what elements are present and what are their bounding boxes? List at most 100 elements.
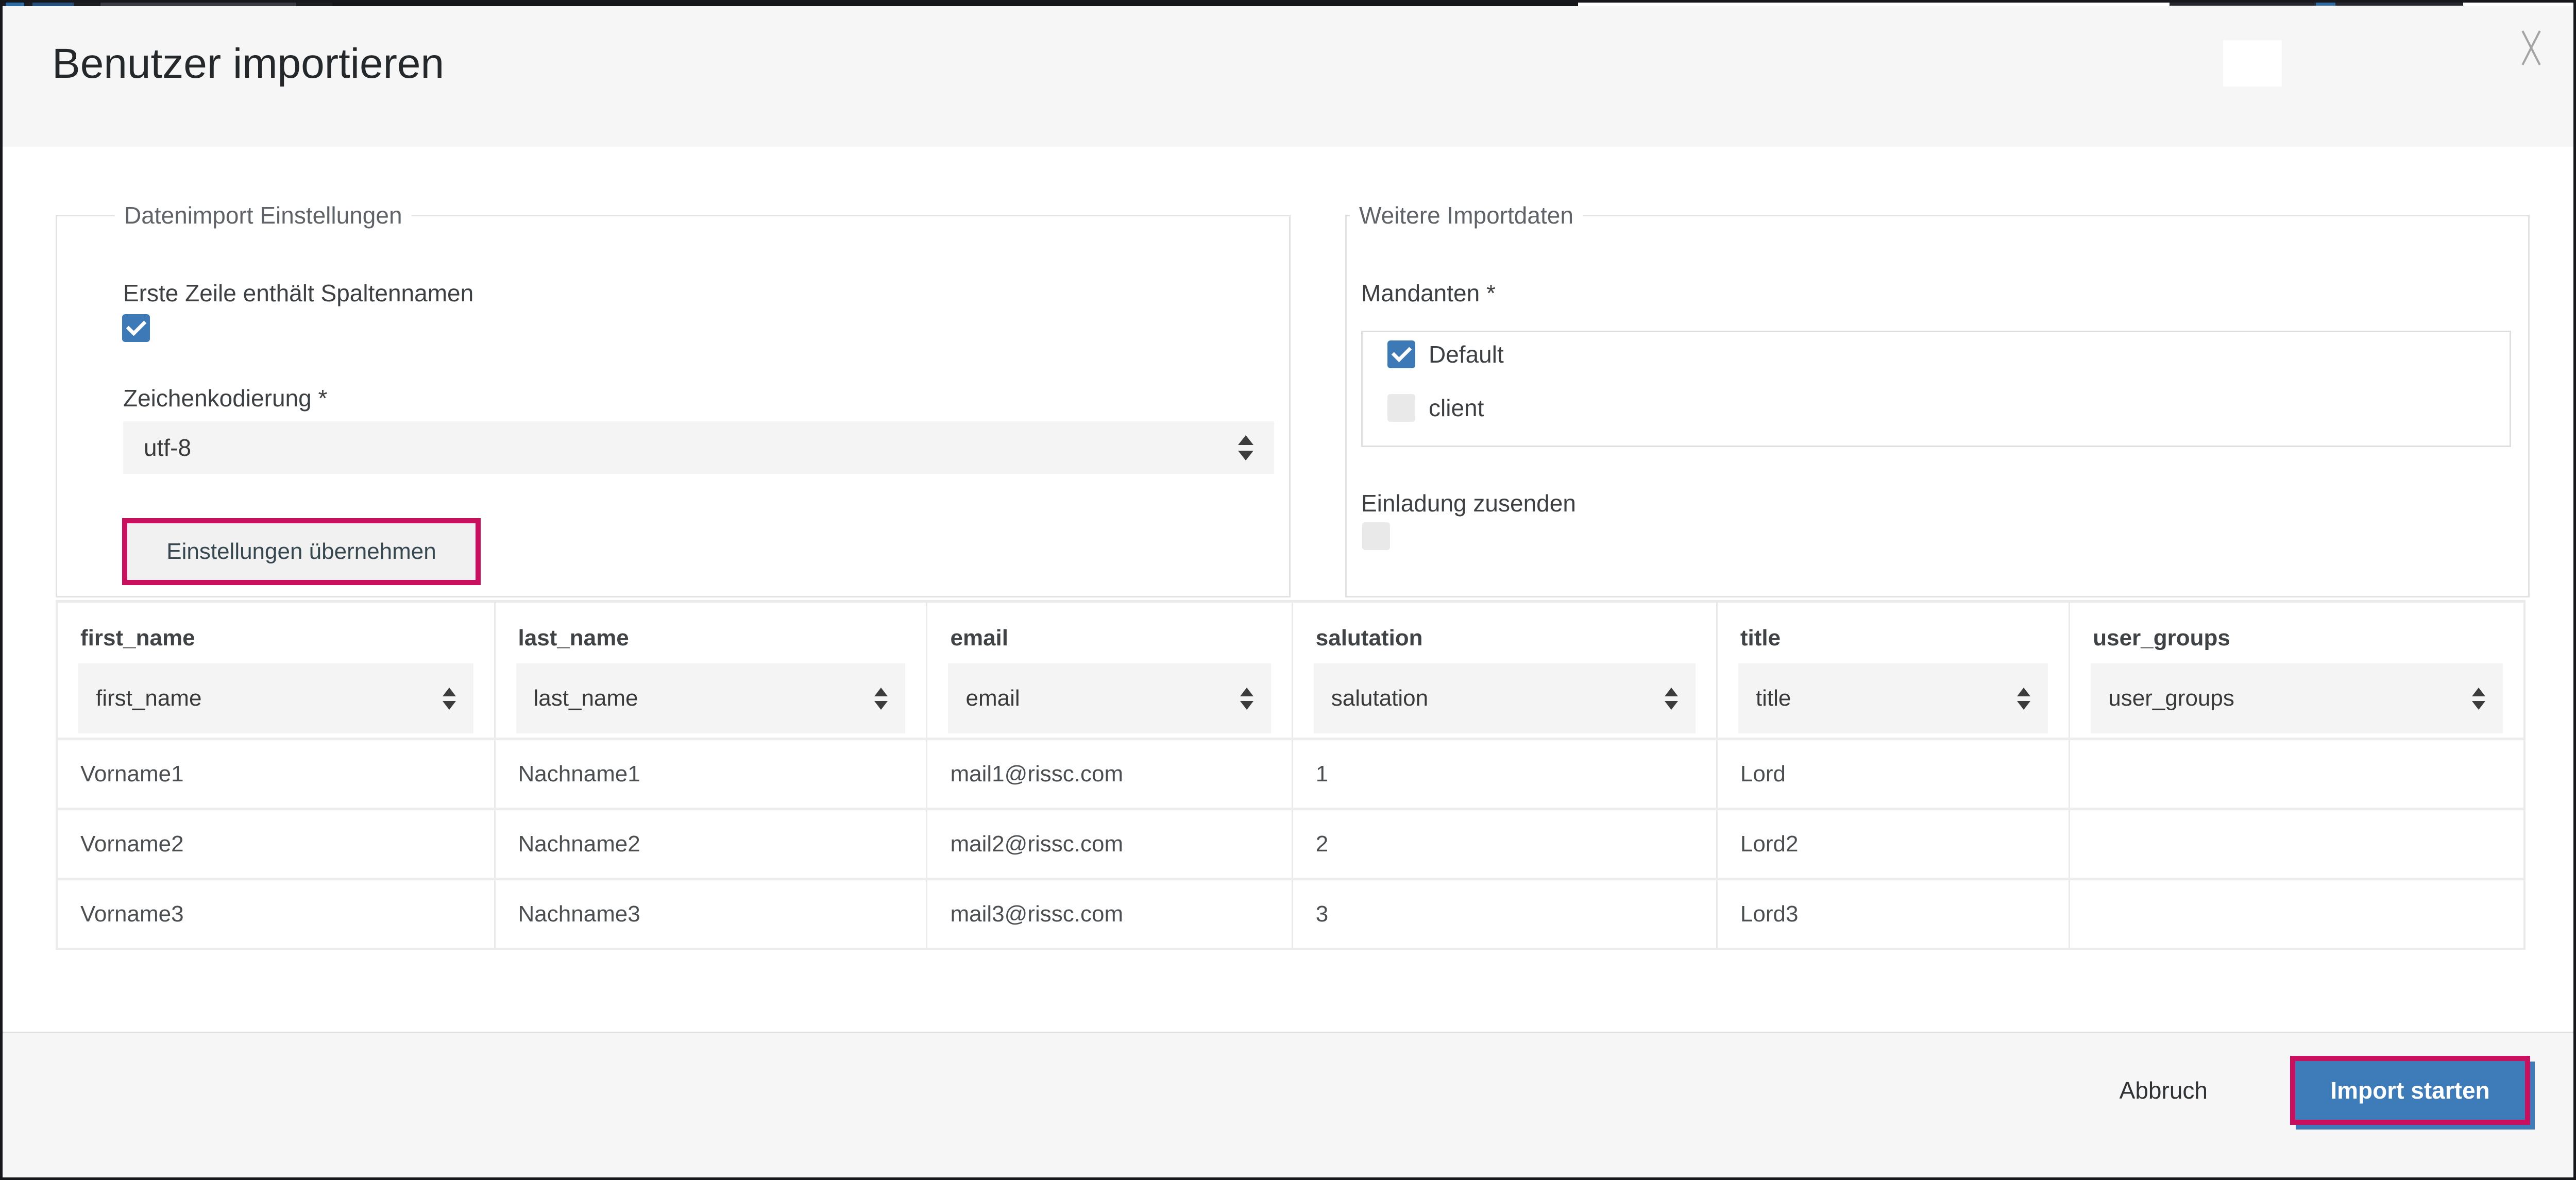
app-bar-accent bbox=[32, 3, 74, 6]
arrow-down-icon bbox=[1665, 701, 1678, 710]
import-users-dialog: Benutzer importieren Datenimport Einstel… bbox=[0, 0, 2576, 1180]
start-import-button[interactable]: Import starten bbox=[2295, 1061, 2525, 1120]
cell-value: Nachname3 bbox=[496, 880, 926, 948]
apply-settings-button[interactable]: Einstellungen übernehmen bbox=[127, 523, 476, 580]
cell-value: Vorname3 bbox=[58, 880, 494, 948]
tenant-row-default[interactable]: Default bbox=[1387, 340, 1504, 368]
column-header-label: title bbox=[1740, 625, 1781, 651]
cell-value: mail3@rissc.com bbox=[927, 880, 1291, 948]
cell-value: 3 bbox=[1293, 880, 1716, 948]
tenants-label: Mandanten * bbox=[1361, 279, 1496, 307]
dialog-header: Benutzer importieren bbox=[3, 6, 2573, 147]
table-cell bbox=[2070, 810, 2523, 878]
table-cell: Nachname3 bbox=[496, 880, 928, 948]
table-cell: mail1@rissc.com bbox=[927, 740, 1293, 808]
additional-data-fieldset: Weitere Importdaten Mandanten * Default … bbox=[1345, 215, 2530, 597]
column-header-salutation: salutation salutation bbox=[1293, 603, 1718, 738]
cell-value: mail1@rissc.com bbox=[927, 740, 1291, 808]
column-header-title: title title bbox=[1718, 603, 2070, 738]
column-mapping-select-user-groups[interactable]: user_groups bbox=[2091, 663, 2503, 733]
column-mapping-value: salutation bbox=[1331, 686, 1428, 711]
app-bar-fragment-right bbox=[2170, 3, 2463, 6]
app-bar-fragment-left bbox=[3, 3, 1578, 6]
arrow-down-icon bbox=[443, 701, 456, 710]
column-mapping-value: first_name bbox=[96, 686, 201, 711]
additional-data-legend: Weitere Importdaten bbox=[1350, 201, 1583, 230]
cancel-button[interactable]: Abbruch bbox=[2114, 1066, 2213, 1115]
table-row: Vorname2 Nachname2 mail2@rissc.com 2 Lor… bbox=[58, 808, 2523, 878]
column-mapping-select-first-name[interactable]: first_name bbox=[78, 663, 473, 733]
select-spinner-icon bbox=[1240, 688, 1253, 710]
table-cell: Vorname1 bbox=[58, 740, 496, 808]
dialog-footer: Abbruch Import starten bbox=[3, 1032, 2573, 1177]
arrow-up-icon bbox=[1240, 688, 1253, 696]
column-mapping-select-title[interactable]: title bbox=[1738, 663, 2048, 733]
table-row: Vorname3 Nachname3 mail3@rissc.com 3 Lor… bbox=[58, 878, 2523, 948]
table-row: Vorname1 Nachname1 mail1@rissc.com 1 Lor… bbox=[58, 738, 2523, 808]
import-settings-legend: Datenimport Einstellungen bbox=[115, 201, 412, 230]
table-cell bbox=[2070, 740, 2523, 808]
cell-value bbox=[2070, 810, 2523, 878]
column-header-label: salutation bbox=[1316, 625, 1423, 651]
arrow-up-icon bbox=[2472, 688, 2485, 696]
first-row-label: Erste Zeile enthält Spaltennamen bbox=[123, 279, 473, 307]
select-spinner-icon bbox=[1665, 688, 1678, 710]
table-cell: mail2@rissc.com bbox=[927, 810, 1293, 878]
column-mapping-value: last_name bbox=[534, 686, 638, 711]
tenant-row-client[interactable]: client bbox=[1387, 394, 1484, 422]
table-cell: Nachname1 bbox=[496, 740, 928, 808]
cell-value: Lord2 bbox=[1718, 810, 2069, 878]
column-mapping-value: email bbox=[965, 686, 1020, 711]
column-mapping-select-last-name[interactable]: last_name bbox=[516, 663, 906, 733]
table-cell: Nachname2 bbox=[496, 810, 928, 878]
invitation-label: Einladung zusenden bbox=[1361, 489, 1576, 517]
arrow-down-icon bbox=[874, 701, 888, 710]
import-settings-fieldset: Datenimport Einstellungen Erste Zeile en… bbox=[56, 215, 1291, 597]
arrow-up-icon bbox=[1238, 435, 1253, 445]
header-placeholder-box bbox=[2223, 40, 2282, 87]
table-cell: mail3@rissc.com bbox=[927, 880, 1293, 948]
cell-value: 2 bbox=[1293, 810, 1716, 878]
tenant-default-label: Default bbox=[1429, 340, 1504, 368]
column-mapping-select-salutation[interactable]: salutation bbox=[1314, 663, 1696, 733]
select-spinner-icon bbox=[874, 688, 888, 710]
arrow-up-icon bbox=[874, 688, 888, 696]
submit-annotation: Import starten bbox=[2290, 1056, 2530, 1125]
arrow-up-icon bbox=[443, 688, 456, 696]
column-header-label: last_name bbox=[518, 625, 629, 651]
table-cell: Lord2 bbox=[1718, 810, 2070, 878]
cell-value: Nachname1 bbox=[496, 740, 926, 808]
app-bar-accent bbox=[332, 3, 1578, 6]
app-bar-accent bbox=[100, 3, 296, 6]
app-bar-accent bbox=[6, 3, 24, 6]
column-header-label: email bbox=[950, 625, 1008, 651]
cell-value: 1 bbox=[1293, 740, 1716, 808]
select-spinner-icon bbox=[2472, 688, 2485, 710]
column-header-label: user_groups bbox=[2093, 625, 2230, 651]
invitation-checkbox[interactable] bbox=[1362, 522, 1390, 550]
first-row-checkbox[interactable] bbox=[122, 314, 150, 342]
tenant-client-checkbox[interactable] bbox=[1387, 394, 1415, 422]
close-icon[interactable] bbox=[2515, 28, 2548, 68]
cell-value: Lord3 bbox=[1718, 880, 2069, 948]
cell-value: mail2@rissc.com bbox=[927, 810, 1291, 878]
table-cell: 2 bbox=[1293, 810, 1718, 878]
cell-value: Nachname2 bbox=[496, 810, 926, 878]
column-mapping-value: title bbox=[1756, 686, 1791, 711]
encoding-select[interactable]: utf-8 bbox=[123, 421, 1274, 474]
column-header-email: email email bbox=[927, 603, 1293, 738]
cell-value: Lord bbox=[1718, 740, 2069, 808]
tenant-default-checkbox[interactable] bbox=[1387, 340, 1415, 368]
cell-value: Vorname1 bbox=[58, 740, 494, 808]
table-cell: 3 bbox=[1293, 880, 1718, 948]
select-spinner-icon bbox=[2017, 688, 2030, 710]
table-cell: Vorname2 bbox=[58, 810, 496, 878]
arrow-up-icon bbox=[1665, 688, 1678, 696]
column-header-user-groups: user_groups user_groups bbox=[2070, 603, 2523, 738]
select-spinner-icon bbox=[1238, 435, 1253, 460]
encoding-label: Zeichenkodierung * bbox=[123, 384, 327, 412]
column-mapping-select-email[interactable]: email bbox=[948, 663, 1270, 733]
cell-value: Vorname2 bbox=[58, 810, 494, 878]
import-preview-table: first_name first_name last_name last_nam… bbox=[56, 600, 2526, 950]
arrow-up-icon bbox=[2017, 688, 2030, 696]
